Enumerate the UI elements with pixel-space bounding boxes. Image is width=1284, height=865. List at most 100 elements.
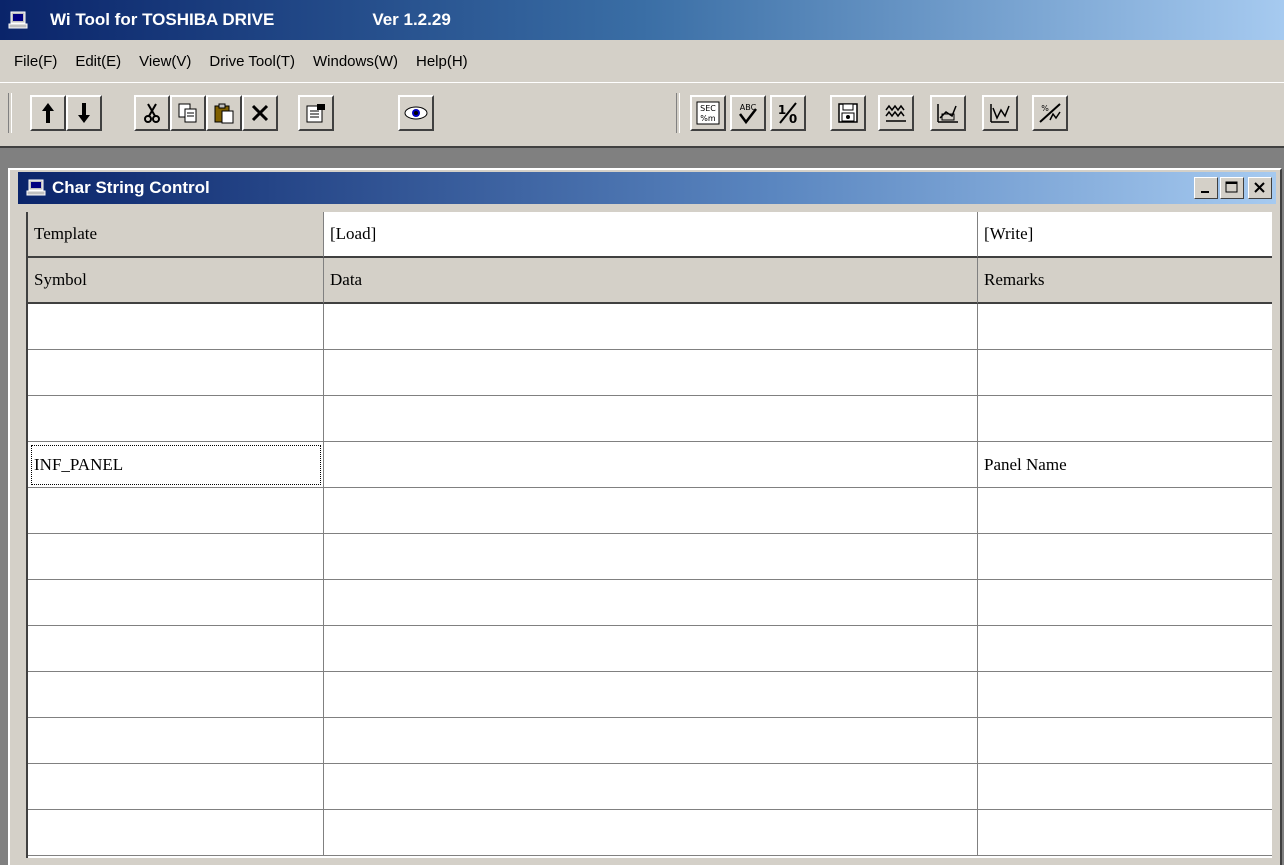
child-window-title: Char String Control [52, 178, 210, 198]
remarks-cell[interactable] [978, 718, 1272, 764]
minimize-icon [1195, 178, 1217, 198]
monitor-button[interactable] [398, 95, 434, 131]
load-button[interactable]: [Load] [324, 212, 978, 258]
svg-text:0: 0 [789, 112, 797, 125]
monitor-eye-icon [404, 105, 428, 121]
symbol-cell[interactable] [28, 580, 324, 626]
check-button[interactable]: ABC [730, 95, 766, 131]
symbol-cell[interactable] [28, 810, 324, 856]
menu-help[interactable]: Help(H) [407, 53, 477, 70]
remarks-cell[interactable] [978, 626, 1272, 672]
arrow-up-icon [40, 102, 56, 124]
template-row: Template [Load] [Write] [28, 212, 1272, 258]
remarks-cell[interactable] [978, 672, 1272, 718]
symbol-cell[interactable] [28, 626, 324, 672]
remarks-cell[interactable]: Panel Name [978, 442, 1272, 488]
symbol-cell[interactable] [28, 304, 324, 350]
symbol-cell[interactable] [28, 350, 324, 396]
symbol-cell[interactable] [28, 488, 324, 534]
data-cell[interactable] [324, 764, 978, 810]
remarks-cell[interactable] [978, 304, 1272, 350]
menu-drive-tool[interactable]: Drive Tool(T) [200, 53, 304, 70]
data-cell[interactable] [324, 350, 978, 396]
remarks-cell[interactable] [978, 764, 1272, 810]
table-row [28, 718, 1272, 764]
copy-button[interactable] [170, 95, 206, 131]
data-cell[interactable] [324, 672, 978, 718]
table-row [28, 580, 1272, 626]
remarks-cell[interactable] [978, 534, 1272, 580]
computer-icon [26, 179, 46, 197]
symbol-cell[interactable] [28, 718, 324, 764]
symbol-cell-selected[interactable]: INF_PANEL [28, 442, 324, 488]
menu-view[interactable]: View(V) [130, 53, 200, 70]
computer-icon[interactable] [8, 10, 28, 30]
menu-file[interactable]: File(F) [0, 53, 66, 70]
symbol-cell[interactable] [28, 764, 324, 810]
remarks-cell[interactable] [978, 396, 1272, 442]
data-cell[interactable] [324, 304, 978, 350]
waveform-icon [884, 102, 908, 124]
data-cell[interactable] [324, 580, 978, 626]
data-cell[interactable] [324, 718, 978, 764]
copy-icon [177, 102, 199, 124]
symbol-cell[interactable] [28, 396, 324, 442]
data-cell[interactable] [324, 626, 978, 672]
write-button[interactable]: [Write] [978, 212, 1272, 258]
remarks-cell[interactable] [978, 580, 1272, 626]
svg-text:SEC: SEC [700, 104, 716, 113]
move-down-button[interactable] [66, 95, 102, 131]
close-button[interactable] [1248, 177, 1272, 199]
svg-text:%: % [1041, 104, 1049, 113]
app-title: Wi Tool for TOSHIBA DRIVE [50, 10, 274, 30]
menu-windows[interactable]: Windows(W) [304, 53, 407, 70]
column-header-row: Symbol Data Remarks [28, 258, 1272, 304]
close-icon [1249, 178, 1271, 198]
table-row [28, 764, 1272, 810]
column-header-data[interactable]: Data [324, 258, 978, 304]
minimize-button[interactable] [1194, 177, 1218, 199]
svg-text:1: 1 [778, 103, 786, 117]
maximize-button[interactable] [1220, 177, 1244, 199]
trend-button[interactable] [930, 95, 966, 131]
data-cell[interactable] [324, 396, 978, 442]
table-row [28, 396, 1272, 442]
symbol-cell[interactable] [28, 672, 324, 718]
column-header-remarks[interactable]: Remarks [978, 258, 1272, 304]
data-cell[interactable] [324, 534, 978, 580]
paste-button[interactable] [206, 95, 242, 131]
child-window-title-bar[interactable]: Char String Control [18, 172, 1276, 204]
graph-button[interactable] [982, 95, 1018, 131]
compare-icon: % [1038, 102, 1062, 124]
data-cell[interactable] [324, 442, 978, 488]
svg-text:%m: %m [700, 114, 716, 123]
menu-edit[interactable]: Edit(E) [66, 53, 130, 70]
remarks-cell[interactable] [978, 810, 1272, 856]
remarks-cell[interactable] [978, 350, 1272, 396]
app-title-bar: Wi Tool for TOSHIBA DRIVE Ver 1.2.29 [0, 0, 1284, 40]
column-header-symbol[interactable]: Symbol [28, 258, 324, 304]
data-cell[interactable] [324, 488, 978, 534]
move-up-button[interactable] [30, 95, 66, 131]
compare-button[interactable]: % [1032, 95, 1068, 131]
properties-button[interactable] [298, 95, 334, 131]
properties-icon [305, 102, 327, 124]
symbol-cell[interactable] [28, 534, 324, 580]
cut-icon [142, 102, 162, 124]
cut-button[interactable] [134, 95, 170, 131]
time-setting-button[interactable]: SEC %m [690, 95, 726, 131]
window-controls [1194, 177, 1272, 199]
menu-bar: File(F) Edit(E) View(V) Drive Tool(T) Wi… [0, 40, 1284, 82]
save-disk-button[interactable] [830, 95, 866, 131]
toolbar-separator [8, 93, 12, 133]
fraction-button[interactable]: 1 0 [770, 95, 806, 131]
table-row [28, 672, 1272, 718]
data-cell[interactable] [324, 810, 978, 856]
remarks-cell[interactable] [978, 488, 1272, 534]
table-row [28, 810, 1272, 856]
save-disk-icon [837, 102, 859, 124]
table-row [28, 488, 1272, 534]
delete-button[interactable] [242, 95, 278, 131]
waveform-button[interactable] [878, 95, 914, 131]
maximize-icon [1221, 178, 1243, 198]
